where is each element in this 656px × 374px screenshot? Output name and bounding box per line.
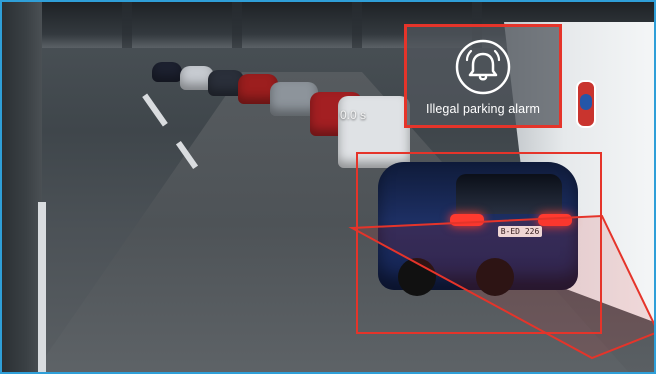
alarm-bell-icon bbox=[454, 38, 512, 96]
dwell-timer: 0.0 s bbox=[340, 108, 367, 122]
alarm-label: Illegal parking alarm bbox=[426, 102, 540, 116]
no-parking-sign bbox=[576, 80, 596, 128]
camera-view-frame: B-ED 226 0.0 s Illegal parking alarm bbox=[0, 0, 656, 374]
illegal-parking-alarm-panel[interactable]: Illegal parking alarm bbox=[404, 24, 562, 128]
vehicle-detection-box[interactable] bbox=[356, 152, 602, 334]
